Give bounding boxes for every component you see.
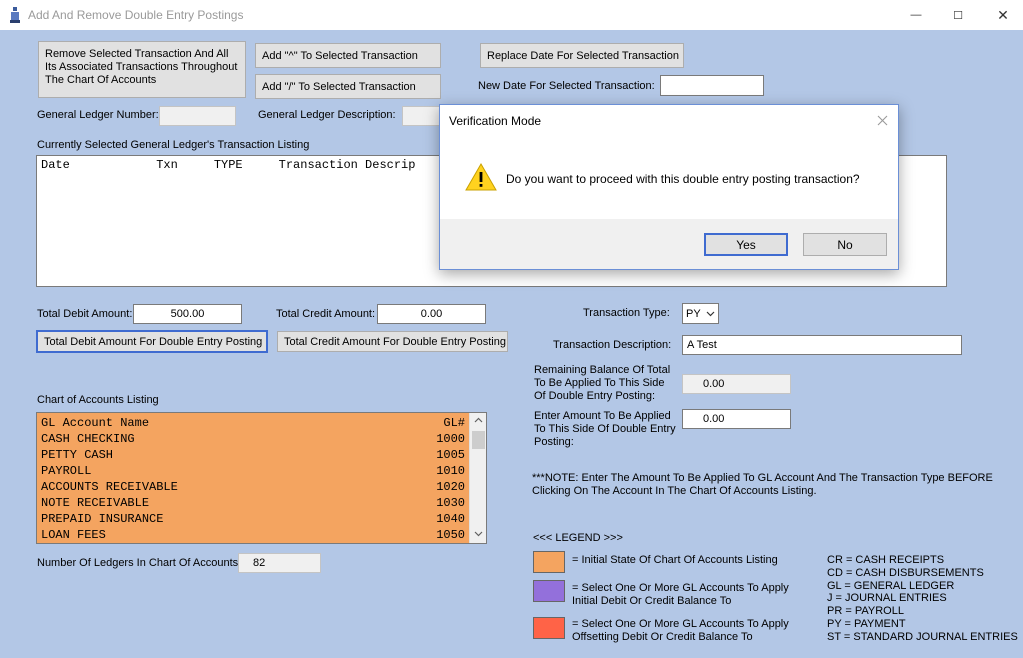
coa-header-name: GL Account Name — [41, 416, 150, 430]
coa-header-gl: GL# — [443, 416, 465, 430]
add-caret-button[interactable]: Add "^" To Selected Transaction — [255, 43, 441, 68]
legend-code: CD = CASH DISBURSEMENTS — [827, 566, 984, 579]
legend-title: <<< LEGEND >>> — [533, 532, 623, 544]
total-credit-label: Total Credit Amount: — [276, 308, 376, 320]
scroll-down-icon[interactable] — [474, 531, 483, 537]
list-item[interactable]: PETTY CASH 1005 — [37, 447, 469, 463]
legend-code: PR = PAYROLL — [827, 605, 904, 618]
legend-code: J = JOURNAL ENTRIES — [827, 592, 947, 605]
legend-code: GL = GENERAL LEDGER — [827, 579, 955, 592]
title-bar: Add And Remove Double Entry Postings — ☐… — [0, 0, 1023, 30]
note-text: ***NOTE: Enter The Amount To Be Applied … — [532, 472, 993, 497]
minimize-button[interactable]: — — [893, 0, 939, 30]
coa-listing-label: Chart of Accounts Listing — [37, 394, 159, 406]
legend-text-initial: = Initial State Of Chart Of Accounts Lis… — [572, 554, 778, 566]
legend-swatch-offset-select — [533, 617, 565, 639]
total-credit-field[interactable]: 0.00 — [377, 304, 486, 324]
window-title: Add And Remove Double Entry Postings — [28, 8, 244, 22]
remove-selected-transaction-button[interactable]: Remove Selected Transaction And All Its … — [38, 41, 246, 98]
coa-account-name: CASH CHECKING — [41, 432, 135, 446]
coa-account-name: PETTY CASH — [41, 448, 114, 462]
close-button[interactable]: ✕ — [980, 0, 1023, 30]
app-icon — [10, 7, 20, 23]
coa-account-gl: 1010 — [436, 464, 465, 478]
coa-account-name: PREPAID INSURANCE — [41, 512, 164, 526]
yes-button[interactable]: Yes — [704, 233, 788, 256]
gl-number-label: General Ledger Number: — [37, 109, 159, 121]
coa-account-gl: 1005 — [436, 448, 465, 462]
legend-swatch-initial — [533, 551, 565, 573]
total-debit-label: Total Debit Amount: — [37, 308, 133, 320]
coa-account-gl: 1020 — [436, 480, 465, 494]
gl-description-field — [402, 106, 442, 126]
coa-account-name: PAYROLL — [41, 464, 92, 478]
legend-text-offset-select: = Select One Or More GL Accounts To Appl… — [572, 618, 789, 643]
add-slash-button[interactable]: Add "/" To Selected Transaction — [255, 74, 441, 99]
dialog-footer: Yes No — [440, 219, 898, 269]
legend-swatch-initial-select — [533, 580, 565, 602]
warning-icon — [465, 162, 497, 191]
no-button[interactable]: No — [803, 233, 887, 256]
list-item[interactable]: CASH CHECKING 1000 — [37, 431, 469, 447]
coa-account-name: LOAN FEES — [41, 528, 106, 542]
coa-account-gl: 1000 — [436, 432, 465, 446]
coa-account-gl: 1050 — [436, 528, 465, 542]
new-date-field[interactable] — [660, 75, 764, 96]
legend-text-initial-select: = Select One Or More GL Accounts To Appl… — [572, 582, 789, 607]
dialog-message: Do you want to proceed with this double … — [506, 172, 860, 186]
gl-description-label: General Ledger Description: — [258, 109, 396, 121]
total-debit-field[interactable]: 500.00 — [133, 304, 242, 324]
txn-description-field[interactable]: A Test — [682, 335, 962, 355]
scroll-up-icon[interactable] — [474, 417, 483, 423]
txn-type-label: Transaction Type: — [583, 307, 670, 319]
new-date-label: New Date For Selected Transaction: — [478, 80, 655, 92]
coa-listbox[interactable]: GL Account Name GL# CASH CHECKING 1000 PE… — [36, 412, 487, 544]
list-item[interactable]: PAYROLL 1010 — [37, 463, 469, 479]
num-ledgers-field: 82 — [238, 553, 321, 573]
chevron-down-icon — [706, 311, 715, 316]
num-ledgers-label: Number Of Ledgers In Chart Of Accounts: — [37, 557, 242, 569]
legend-code: CR = CASH RECEIPTS — [827, 554, 945, 566]
list-item[interactable]: PREPAID INSURANCE 1040 — [37, 511, 469, 527]
list-item[interactable]: LOAN FEES 1050 — [37, 527, 469, 543]
replace-date-button[interactable]: Replace Date For Selected Transaction — [480, 43, 684, 68]
txn-description-label: Transaction Description: — [553, 339, 672, 351]
list-item[interactable]: NOTE RECEIVABLE 1030 — [37, 495, 469, 511]
maximize-button[interactable]: ☐ — [935, 0, 981, 30]
total-debit-button[interactable]: Total Debit Amount For Double Entry Post… — [36, 330, 268, 353]
coa-account-gl: 1030 — [436, 496, 465, 510]
coa-list: GL Account Name GL# CASH CHECKING 1000 PE… — [37, 413, 469, 543]
gl-number-field — [159, 106, 236, 126]
legend-codes: CR = CASH RECEIPTS CD = CASH DISBURSEMEN… — [827, 554, 1018, 644]
minimize-icon: — — [910, 9, 922, 21]
coa-account-name: NOTE RECEIVABLE — [41, 496, 150, 510]
close-icon: ✕ — [997, 6, 1009, 23]
scroll-thumb[interactable] — [472, 431, 485, 449]
txn-type-value: PY — [686, 307, 701, 320]
txn-type-select[interactable]: PY — [682, 303, 719, 324]
enter-amount-field[interactable]: 0.00 — [682, 409, 791, 429]
remaining-balance-label: Remaining Balance Of Total To Be Applied… — [534, 364, 671, 402]
legend-code: PY = PAYMENT — [827, 617, 906, 630]
coa-scrollbar[interactable] — [469, 413, 486, 543]
coa-header-row: GL Account Name GL# — [37, 415, 469, 431]
dialog-close-icon[interactable] — [877, 115, 888, 126]
remaining-balance-field: 0.00 — [682, 374, 791, 394]
txn-listing-label: Currently Selected General Ledger's Tran… — [37, 139, 310, 151]
dialog-title: Verification Mode — [449, 114, 542, 128]
verification-dialog: Verification Mode Do you want to proceed… — [439, 104, 899, 270]
enter-amount-label: Enter Amount To Be Applied To This Side … — [534, 410, 676, 448]
legend-code: ST = STANDARD JOURNAL ENTRIES — [827, 630, 1018, 643]
list-item[interactable]: ACCOUNTS RECEIVABLE 1020 — [37, 479, 469, 495]
total-credit-button[interactable]: Total Credit Amount For Double Entry Pos… — [277, 331, 508, 352]
coa-account-gl: 1040 — [436, 512, 465, 526]
maximize-icon: ☐ — [953, 9, 963, 22]
coa-account-name: ACCOUNTS RECEIVABLE — [41, 480, 178, 494]
